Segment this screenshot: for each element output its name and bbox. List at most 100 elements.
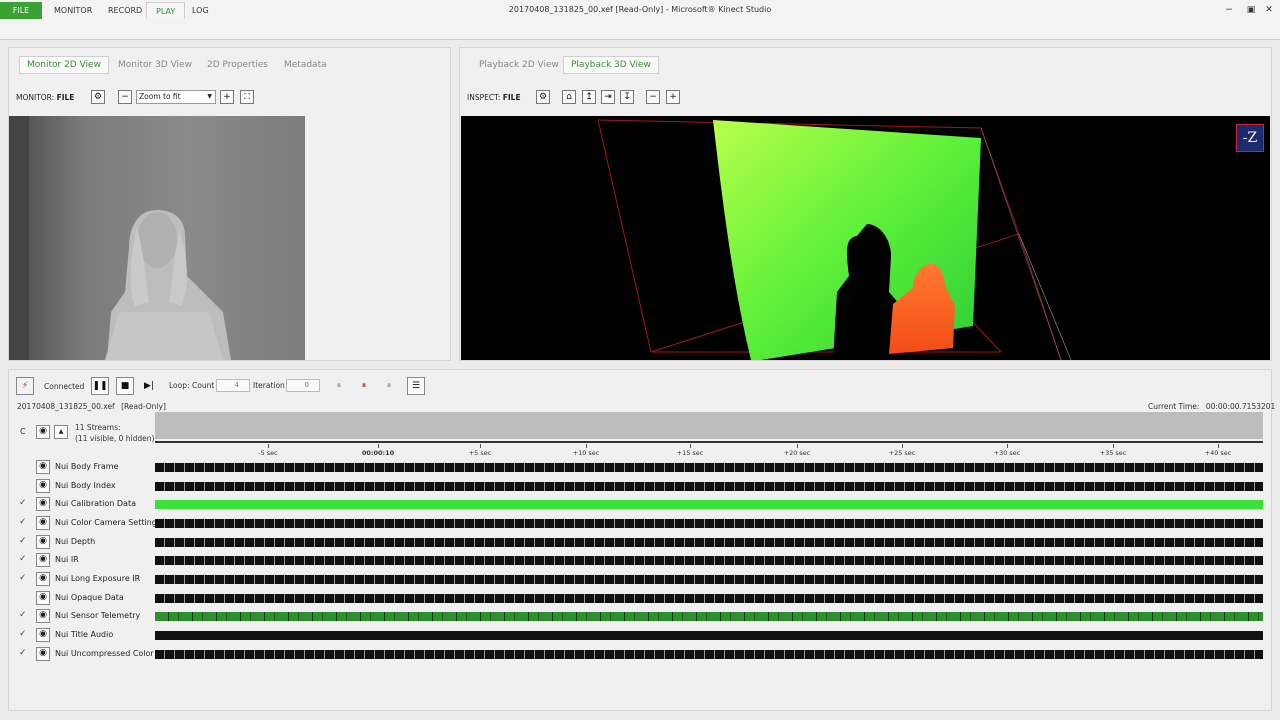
remove-marker-icon: ⏸ [386,381,392,391]
stream-checkmark-icon[interactable]: ✓ [19,648,29,658]
pause-button[interactable]: ❚❚ [91,377,109,395]
stream-eye-icon[interactable]: ◉ [36,572,50,586]
menu-file[interactable]: FILE [0,2,42,19]
pause-point-icon: ⏸ [336,381,342,391]
tab-monitor-2d-view[interactable]: Monitor 2D View [19,56,109,74]
stream-eye-icon[interactable]: ◉ [36,479,50,493]
timeline-overview[interactable] [155,412,1263,439]
stream-eye-icon[interactable]: ◉ [36,516,50,530]
current-time: Current Time: 00:00:00.7153201 [1148,402,1275,411]
stream-track[interactable] [155,500,1263,509]
timeline-tick-label: +25 sec [888,449,916,457]
stream-eye-icon[interactable]: ◉ [36,647,50,661]
stream-eye-icon[interactable]: ◉ [36,609,50,623]
side-view-button[interactable]: ⇥ [601,90,615,104]
stream-eye-icon[interactable]: ◉ [36,460,50,474]
toggle-all-visibility-button[interactable]: ◉ [36,425,50,439]
tab-playback-3d-view[interactable]: Playback 3D View [563,56,659,74]
tab-metadata[interactable]: Metadata [276,56,335,74]
inspect-value: FILE [502,93,521,102]
stream-eye-icon[interactable]: ◉ [36,553,50,567]
remove-marker-button[interactable]: ⏸ [380,377,398,395]
view-zoom-in-button[interactable]: + [666,90,680,104]
read-only-label: [Read-Only] [121,402,166,411]
menu-monitor[interactable]: MONITOR [45,2,101,19]
stream-track[interactable] [155,594,1263,603]
stream-checkmark-icon[interactable]: ✓ [19,536,29,546]
count-stepper[interactable]: 4 [216,379,250,392]
file-name: 20170408_131825_00.xef [Read-Only] [17,402,166,411]
pause-point-button[interactable]: ⏸ [330,377,348,395]
list-icon: ☰ [411,381,421,391]
stream-checkmark-icon[interactable]: ✓ [19,573,29,583]
stream-track[interactable] [155,575,1263,584]
stream-eye-icon[interactable]: ◉ [36,535,50,549]
point-cloud-3d-view[interactable]: -Z [461,116,1270,360]
bottom-view-button[interactable]: ↧ [620,90,634,104]
tab-2d-properties[interactable]: 2D Properties [199,56,276,74]
stream-label: Nui Uncompressed Color [55,649,154,658]
home-view-button[interactable]: ⌂ [562,90,576,104]
timeline-tick-label: -5 sec [258,449,278,457]
timeline-tick-mark [480,444,481,448]
streams-count: 11 Streams: [75,423,121,432]
stream-track[interactable] [155,556,1263,565]
stream-checkmark-icon[interactable]: ✓ [19,517,29,527]
inspect-label: INSPECT: [467,93,501,102]
count-value: 4 [234,381,239,389]
timeline-tick-mark [1113,444,1114,448]
stream-eye-icon[interactable]: ◉ [36,497,50,511]
stream-track[interactable] [155,538,1263,547]
view-zoom-out-button[interactable]: − [646,90,660,104]
orientation-badge: -Z [1236,124,1264,152]
stream-label: Nui Long Exposure IR [55,574,141,583]
fit-screen-button[interactable]: ⛶ [240,90,254,104]
connection-status: Connected [44,382,85,391]
timeline-tick-mark [797,444,798,448]
stream-checkmark-icon[interactable]: ✓ [19,498,29,508]
collapse-button[interactable]: C [20,427,26,436]
stream-eye-icon[interactable]: ◉ [36,591,50,605]
stream-track[interactable] [155,519,1263,528]
stream-checkmark-icon[interactable]: ✓ [19,629,29,639]
streams-detail: (11 visible, 0 hidden) [75,434,155,443]
menu-log[interactable]: LOG [183,2,218,19]
iteration-value: 0 [304,381,309,389]
tab-monitor-3d-view[interactable]: Monitor 3D View [110,56,200,74]
menu-record[interactable]: RECORD [99,2,151,19]
menu-play[interactable]: PLAY [146,2,186,19]
zoom-select[interactable]: Zoom to fit ▼ [136,90,216,104]
minus-icon: − [649,92,657,102]
loop-label: Loop: [169,381,190,390]
plug-icon: ⚡ [21,381,29,391]
minimize-button[interactable]: − [1218,0,1240,20]
expand-streams-button[interactable]: ▲ [54,425,68,439]
inspect-toolbar-label: INSPECT: FILE [467,93,521,102]
home-icon: ⌂ [566,92,572,102]
stop-button[interactable]: ■ [116,377,134,395]
connect-button[interactable]: ⚡ [16,377,34,395]
step-forward-button[interactable]: ▶| [140,377,158,395]
stream-track[interactable] [155,650,1263,659]
monitor-value: FILE [56,93,75,102]
zoom-out-button[interactable]: − [118,90,132,104]
stream-track[interactable] [155,631,1263,640]
stream-label: Nui Color Camera Settings [55,518,161,527]
stream-track[interactable] [155,612,1263,621]
iteration-stepper[interactable]: 0 [286,379,320,392]
stream-track[interactable] [155,482,1263,491]
stream-label: Nui Opaque Data [55,593,124,602]
zoom-in-button[interactable]: + [220,90,234,104]
list-view-button[interactable]: ☰ [407,377,425,395]
close-button[interactable]: ✕ [1258,0,1280,20]
stream-eye-icon[interactable]: ◉ [36,628,50,642]
stream-track[interactable] [155,463,1263,472]
settings-button[interactable]: ⚙ [91,90,105,104]
tab-playback-2d-view[interactable]: Playback 2D View [471,56,567,74]
top-view-button[interactable]: ↥ [582,90,596,104]
fit-screen-icon: ⛶ [244,92,250,101]
add-marker-button[interactable]: ⏸ [355,377,373,395]
stream-checkmark-icon[interactable]: ✓ [19,554,29,564]
stream-checkmark-icon[interactable]: ✓ [19,610,29,620]
view-settings-button[interactable]: ⚙ [536,90,550,104]
